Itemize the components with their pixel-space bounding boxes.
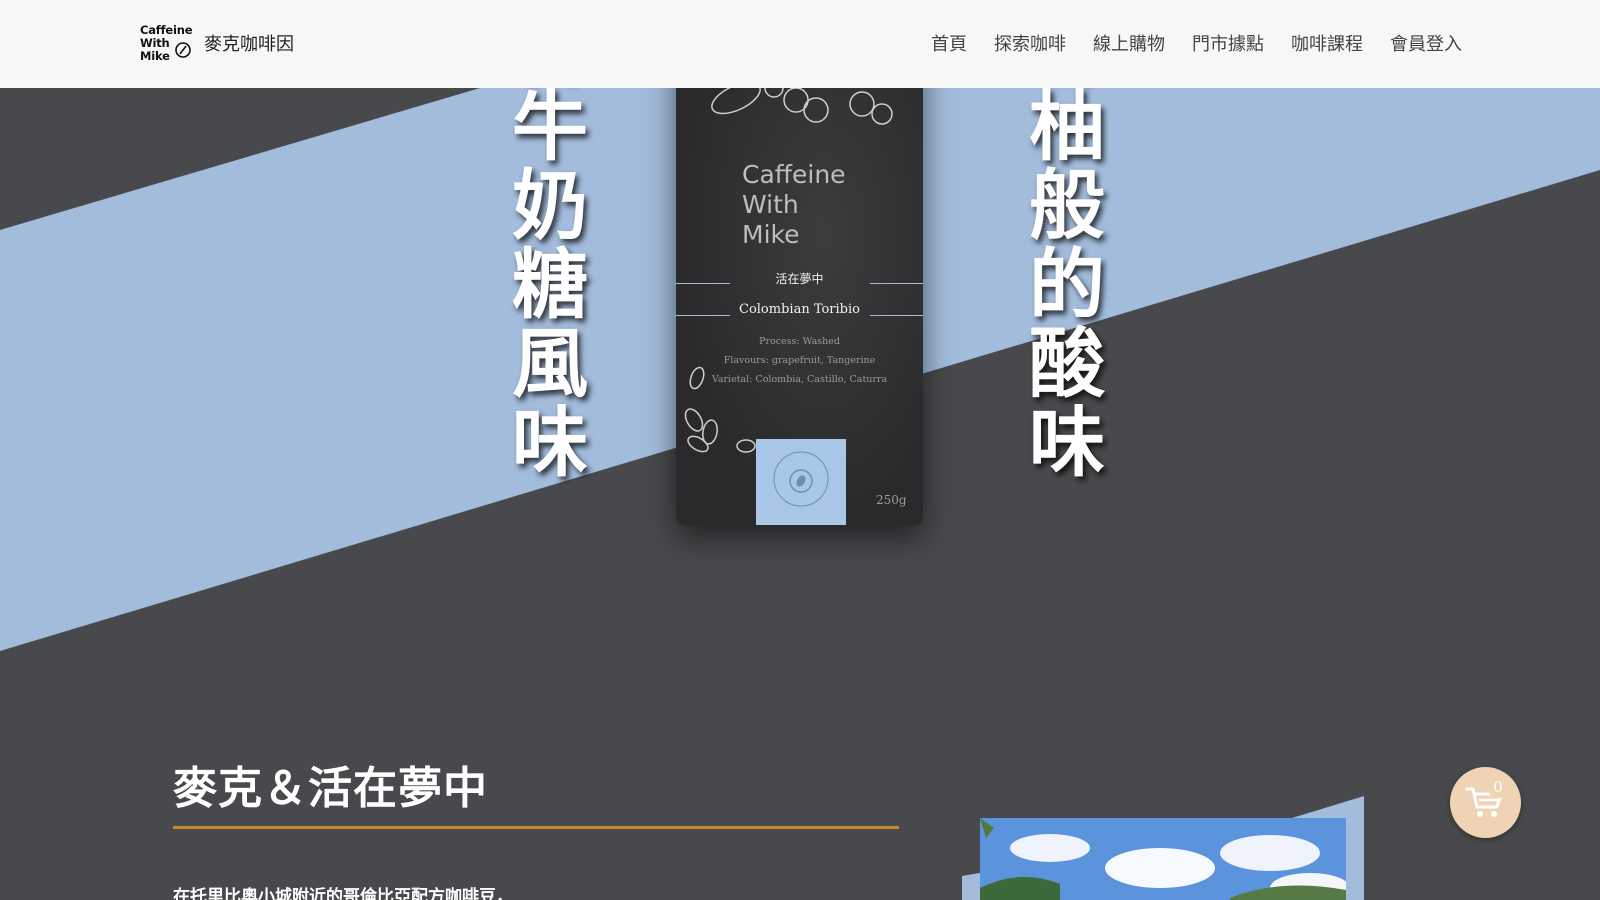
bag-name-zh: 活在夢中 — [775, 272, 824, 286]
nav-item-login[interactable]: 會員登入 — [1390, 30, 1462, 56]
nav-item-courses[interactable]: 咖啡課程 — [1291, 30, 1363, 56]
landscape-image — [980, 818, 1346, 900]
nav-item-stores[interactable]: 門市據點 — [1192, 30, 1264, 56]
bag-weight: 250g — [876, 493, 907, 507]
section-title: 麥克＆活在夢中 — [173, 763, 488, 814]
nav-item-explore-coffee[interactable]: 探索咖啡 — [994, 30, 1066, 56]
section-body-text: 在托里比奧小城附近的哥倫比亞配方咖啡豆， — [173, 887, 513, 900]
coffee-bag-image: Caffeine With Mike 活在夢中 Colombian Toribi… — [676, 40, 923, 525]
nav-item-online-shop[interactable]: 線上購物 — [1093, 30, 1165, 56]
landscape-illustration — [980, 818, 1346, 900]
bag-stamp-label — [756, 439, 846, 525]
cup-logo-icon — [175, 42, 191, 58]
brand-name[interactable]: 麥克咖啡因 — [204, 30, 294, 56]
cart-button[interactable]: 0 — [1450, 767, 1521, 838]
section-divider — [173, 826, 899, 829]
farm-photo — [962, 796, 1364, 900]
site-logo[interactable]: Caffeine With Mike — [140, 24, 196, 64]
cup-stamp-icon — [773, 451, 829, 507]
cart-count-badge: 0 — [1487, 776, 1509, 798]
bag-name-en: Colombian Toribio — [739, 302, 860, 317]
bag-brand: Caffeine With Mike — [742, 160, 846, 249]
site-header: Caffeine With Mike 麥克咖啡因 首頁 探索咖啡 線上購物 門市… — [0, 0, 1600, 88]
main-nav: 首頁 探索咖啡 線上購物 門市據點 咖啡課程 會員登入 — [904, 30, 1462, 56]
nav-item-home[interactable]: 首頁 — [931, 30, 967, 56]
bag-varietal: Varietal: Colombia, Castillo, Caturra — [711, 374, 888, 385]
bag-flavours: Flavours: grapefruit, Tangerine — [723, 355, 876, 366]
bag-process: Process: Washed — [759, 336, 840, 347]
